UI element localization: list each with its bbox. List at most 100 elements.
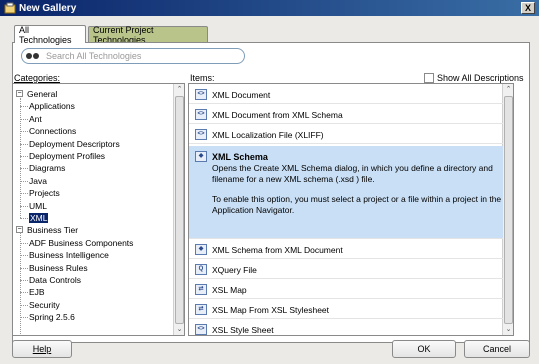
tree-item-label: Business Tier: [27, 225, 79, 236]
tree-subcategory[interactable]: Deployment Descriptors: [29, 138, 120, 150]
tree-subcategory[interactable]: Spring 2.5.6: [29, 311, 75, 323]
tree-item-label: Connections: [29, 126, 77, 137]
tree-item-label: Diagrams: [29, 163, 66, 174]
tree-category[interactable]: Business Tier: [27, 224, 78, 236]
tree-item-label: Ant: [29, 113, 42, 124]
gallery-item[interactable]: Q XQuery File: [189, 261, 503, 279]
tree-subcategory[interactable]: EJB: [29, 286, 45, 298]
tree-item-label: Projects: [29, 188, 60, 199]
scroll-up-icon[interactable]: ⌃: [175, 85, 184, 94]
tree-guide-line: [20, 98, 21, 218]
gallery-item-label: XSL Map: [212, 284, 247, 295]
tree-guide-line: [20, 232, 21, 335]
gallery-item-label: XSL Style Sheet: [212, 324, 274, 335]
show-all-descriptions-checkbox[interactable]: [424, 73, 434, 83]
xml-file-icon: <>: [195, 129, 207, 140]
gallery-item-label: XML Localization File (XLIFF): [212, 129, 324, 140]
close-button[interactable]: X: [521, 2, 535, 14]
tree-connector: [20, 255, 28, 257]
gallery-item-label: XML Schema from XML Document: [212, 244, 343, 255]
tree-item-label: UML: [29, 200, 47, 211]
search-placeholder: Search All Technologies: [46, 51, 142, 61]
tree-item-label: Applications: [29, 101, 75, 112]
gallery-item[interactable]: ⇄ XSL Map: [189, 281, 503, 299]
tree-item-label: General: [27, 89, 58, 99]
tree-subcategory[interactable]: UML: [29, 200, 47, 212]
tree-subcategory[interactable]: Connections: [29, 125, 76, 137]
tree-connector: [20, 193, 28, 195]
tree-connector: [20, 317, 28, 319]
tree-subcategory[interactable]: XML: [29, 212, 49, 224]
help-button[interactable]: Help: [12, 340, 72, 358]
tree-subcategory[interactable]: Java: [29, 175, 47, 187]
tree-subcategory[interactable]: Data Controls: [29, 274, 81, 286]
tree-subcategory[interactable]: ADF Business Components: [29, 237, 133, 249]
categories-tree: ⌃ ⌄ − General Applications Ant Connections De…: [12, 83, 185, 336]
tree-connector: [20, 180, 28, 182]
dialog-body: All Technologies Current Project Technol…: [0, 16, 539, 364]
tree-connector: [20, 156, 28, 157]
tree-category[interactable]: General: [27, 88, 57, 100]
tree-connector: [20, 131, 28, 133]
tree-connector: [20, 168, 28, 170]
tree-subcategory[interactable]: Ant: [29, 113, 42, 125]
gallery-item-label: XSL Map From XSL Stylesheet: [212, 304, 330, 315]
window-title: New Gallery: [19, 2, 77, 14]
tree-subcategory[interactable]: Applications: [29, 100, 75, 112]
tree-subcategory[interactable]: Diagrams: [29, 162, 65, 174]
tree-expander-icon[interactable]: −: [16, 90, 23, 97]
gallery-item[interactable]: <> XSL Style Sheet: [189, 321, 503, 335]
scroll-thumb[interactable]: [175, 96, 184, 324]
gallery-item[interactable]: ⇄ XSL Map From XSL Stylesheet: [189, 301, 503, 319]
tab-current-project-technologies[interactable]: Current Project Technologies: [88, 25, 208, 45]
tree-connector: [20, 218, 28, 219]
scroll-down-icon[interactable]: ⌄: [504, 325, 513, 334]
tree-item-label: ADF Business Components: [29, 237, 134, 248]
scroll-down-icon[interactable]: ⌄: [175, 325, 184, 334]
tree-item-label: Deployment Profiles: [29, 151, 106, 161]
tree-item-label: Business Rules: [29, 262, 88, 273]
item-enable-note: To enable this option, you must select a…: [212, 194, 502, 215]
tree-subcategory[interactable]: Business Intelligence: [29, 249, 109, 261]
xml-schema-icon: ◆: [195, 151, 207, 162]
gallery-item-label: XML Schema: [212, 151, 268, 162]
gallery-item[interactable]: <> XML Document from XML Schema: [189, 106, 503, 124]
tree-subcategory[interactable]: Projects: [29, 187, 60, 199]
gallery-item[interactable]: <> XML Document: [189, 86, 503, 104]
ok-button[interactable]: OK: [392, 340, 456, 358]
tree-item-label: EJB: [29, 287, 45, 298]
gallery-icon: [4, 2, 16, 14]
categories-scrollbar[interactable]: ⌃ ⌄: [173, 84, 184, 335]
xml-schema-icon: ◆: [195, 244, 207, 255]
tab-all-technologies[interactable]: All Technologies: [14, 25, 86, 45]
tree-connector: [20, 143, 28, 145]
tree-subcategory[interactable]: Business Rules: [29, 262, 88, 274]
tree-subcategory[interactable]: Deployment Profiles: [29, 150, 105, 162]
item-description: Opens the Create XML Schema dialog, in w…: [212, 163, 493, 184]
items-list: ⌃ ⌄ <> XML Document <> XML Document from XM…: [188, 83, 514, 336]
xml-file-icon: <>: [195, 324, 207, 335]
binoculars-icon: [26, 51, 40, 61]
tree-connector: [20, 205, 28, 207]
xml-file-icon: <>: [195, 109, 207, 120]
gallery-item[interactable]: ◆ XML Schema Opens the Create XML Schema d…: [189, 146, 503, 239]
tree-connector: [20, 242, 28, 244]
tree-item-label: Java: [29, 175, 47, 186]
xsl-map-icon: ⇄: [195, 284, 207, 295]
tree-connector: [20, 304, 28, 306]
cancel-button[interactable]: Cancel: [464, 340, 530, 358]
gallery-item-label: XML Document from XML Schema: [212, 109, 343, 120]
gallery-item[interactable]: <> XML Localization File (XLIFF): [189, 126, 503, 144]
items-scrollbar[interactable]: ⌃ ⌄: [502, 84, 513, 335]
tree-subcategory[interactable]: Security: [29, 299, 60, 311]
scroll-up-icon[interactable]: ⌃: [504, 85, 513, 94]
scroll-thumb[interactable]: [504, 96, 513, 324]
tree-connector: [20, 292, 28, 294]
search-input[interactable]: Search All Technologies: [21, 48, 245, 64]
xsl-map-icon: ⇄: [195, 304, 207, 315]
gallery-item[interactable]: ◆ XML Schema from XML Document: [189, 241, 503, 259]
tree-connector: [20, 118, 28, 120]
gallery-item-label: XQuery File: [212, 264, 257, 275]
show-all-descriptions-label: Show All Descriptions: [437, 73, 524, 83]
gallery-item-label: XML Document: [212, 89, 271, 100]
